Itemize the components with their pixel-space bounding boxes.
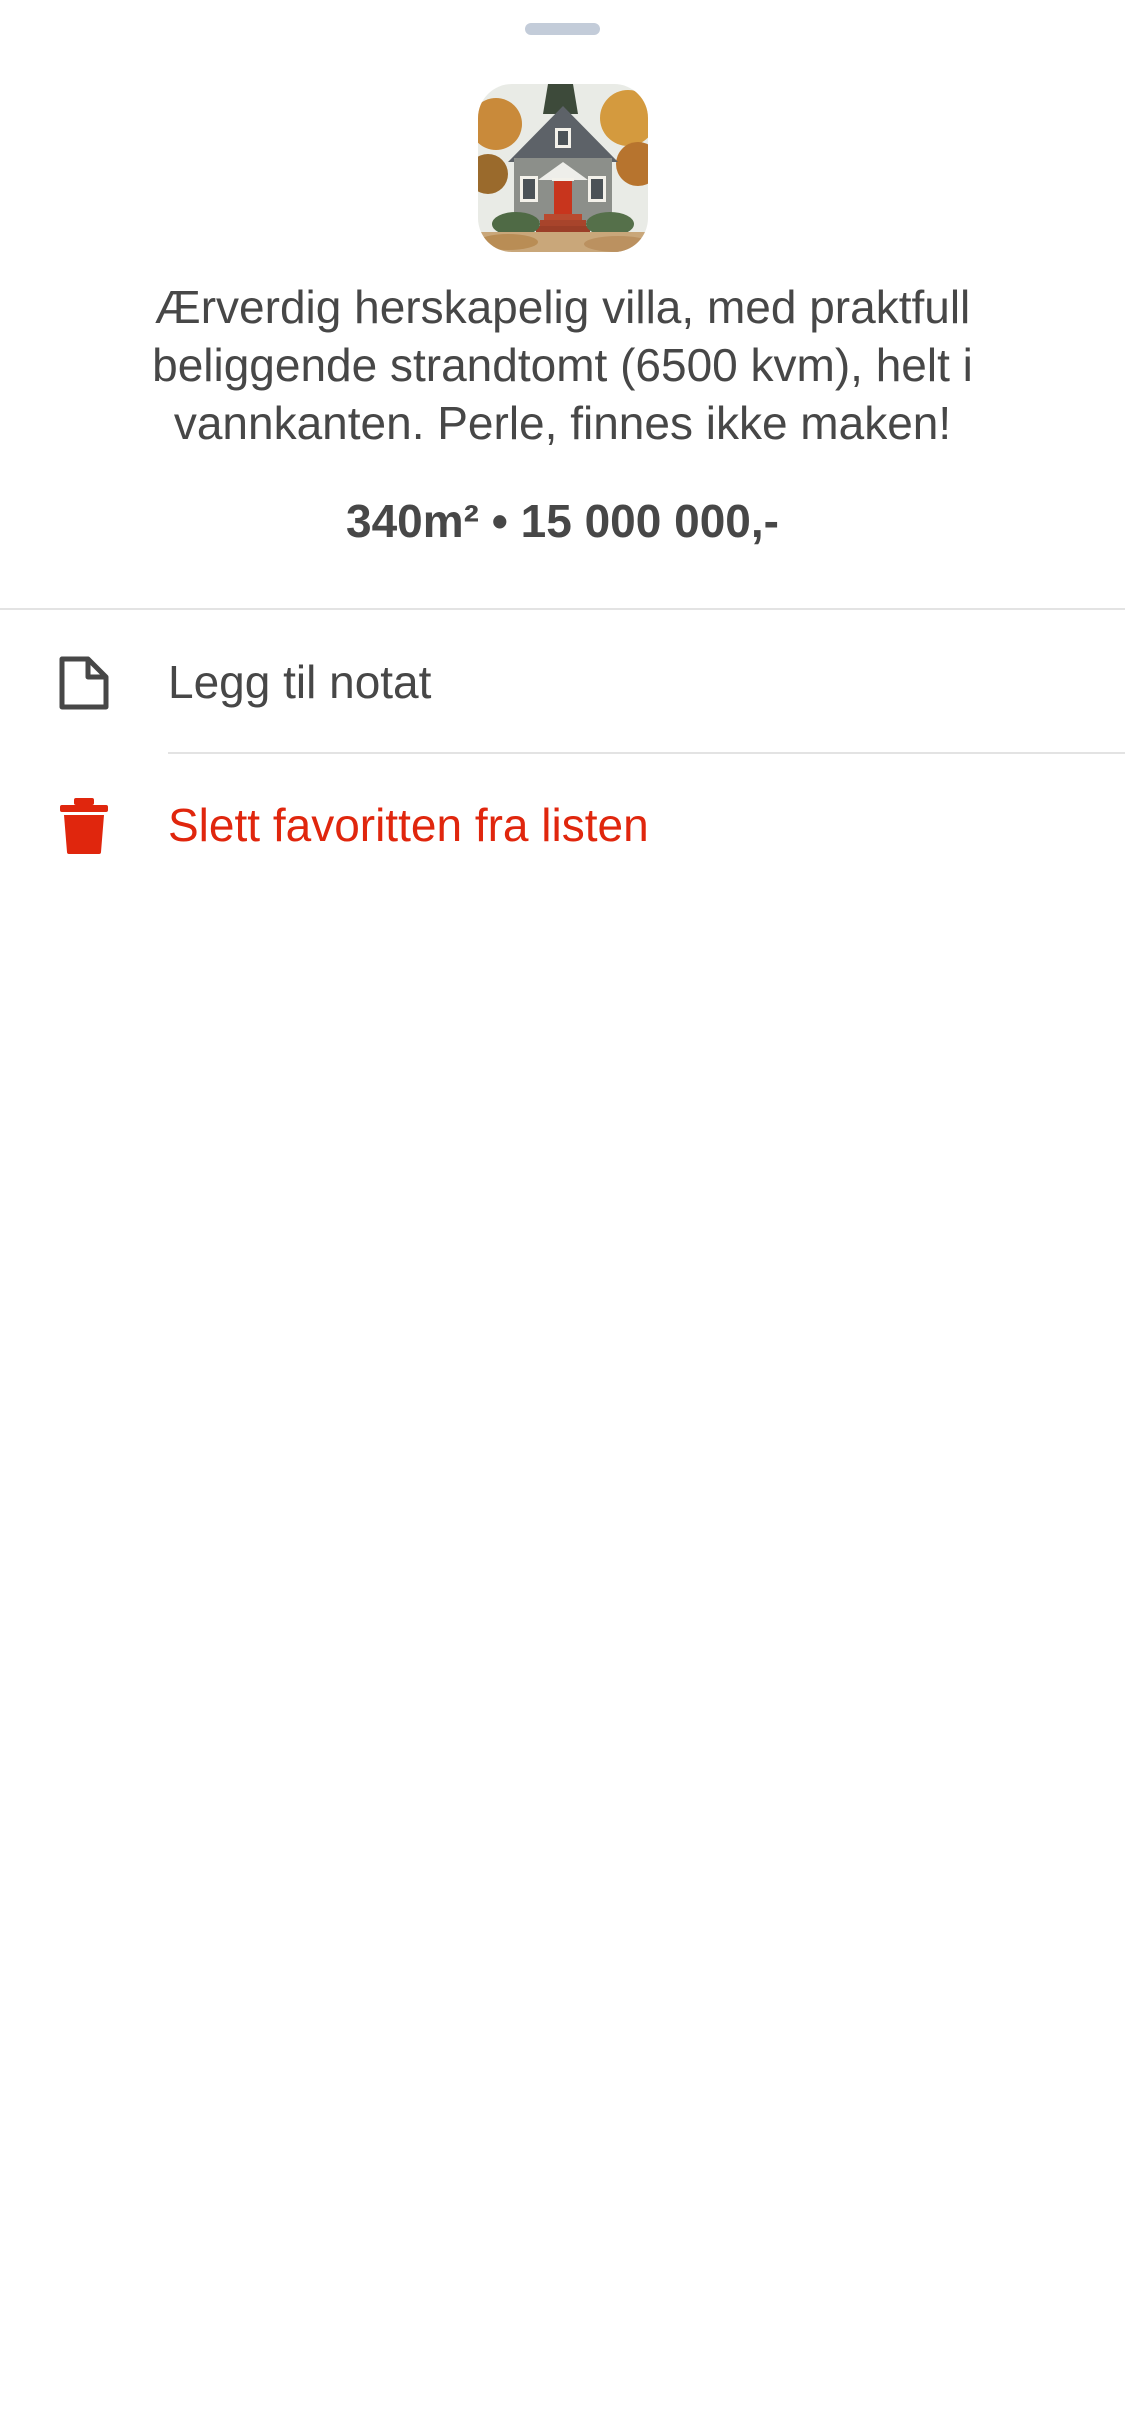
listing-size-and-price: 340m² • 15 000 000,-: [346, 495, 779, 547]
note-icon: [56, 654, 112, 712]
row-divider: [168, 752, 1125, 754]
listing-description: Ærverdig herskapelig villa, med praktful…: [152, 281, 973, 449]
delete-favorite-button[interactable]: Slett favoritten fra listen: [0, 755, 1125, 895]
listing-thumbnail: [478, 84, 648, 252]
house-image: [478, 84, 648, 252]
add-note-label: Legg til notat: [168, 656, 432, 708]
header-divider: [0, 608, 1125, 610]
delete-favorite-label: Slett favoritten fra listen: [168, 799, 649, 851]
sheet-grabber[interactable]: [525, 23, 600, 35]
trash-icon: [56, 797, 112, 855]
add-note-button[interactable]: Legg til notat: [0, 612, 1125, 752]
bottom-sheet: Ærverdig herskapelig villa, med praktful…: [0, 0, 1125, 2436]
